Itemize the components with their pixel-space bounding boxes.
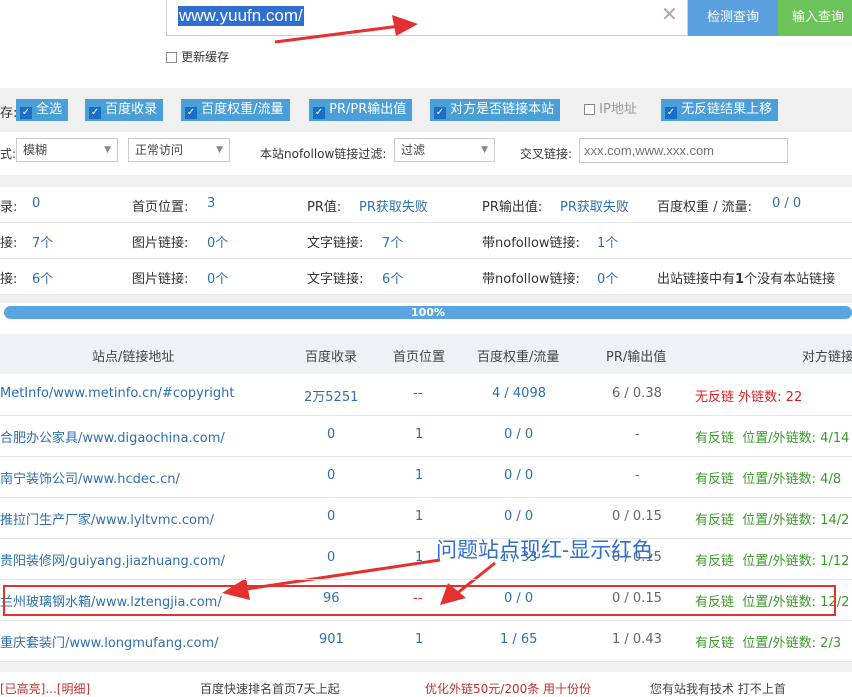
divider <box>0 175 852 187</box>
check-icon: ✓ <box>434 107 446 119</box>
chevron-down-icon: ▼ <box>216 145 223 155</box>
nofollow-filter-label: 本站nofollow链接过滤: <box>260 147 387 161</box>
cross-link-input[interactable] <box>579 138 788 163</box>
highlight-box <box>3 585 836 616</box>
check-icon: ✓ <box>89 107 101 119</box>
ip-checkbox[interactable] <box>584 104 595 115</box>
table-header: 站点/链接地址 百度收录 首页位置 百度权重/流量 PR/输出值 对方链接 <box>0 334 852 374</box>
status-badge: 有反链 位置/外链数: 1/12 <box>695 554 850 569</box>
footer-link[interactable]: 您有站我有技术 打不上首 <box>650 680 786 697</box>
footer-link[interactable]: 优化外链50元/200条 用十份份 <box>425 680 591 697</box>
divider <box>0 295 852 303</box>
status-badge: 无反链 外链数: 22 <box>695 390 803 405</box>
col-pr: PR/输出值 <box>606 350 667 365</box>
refresh-cache-checkbox[interactable] <box>166 52 177 63</box>
stats-row-2: 接: 7个 图片链接: 0个 文字链接: 7个 带nofollow链接: 1个 <box>0 223 852 259</box>
nofollow-filter-select[interactable]: 过滤 ▼ <box>394 138 495 162</box>
table-row: 贵阳装修网/guiyang.jiazhuang.com/ 0 1 1 / 33 … <box>0 538 852 580</box>
arrow-to-url-icon <box>274 15 418 44</box>
col-baidu-index: 百度收录 <box>305 350 358 365</box>
stats-row-3: 接: 6个 图片链接: 0个 文字链接: 6个 带nofollow链接: 0个 … <box>0 259 852 295</box>
col-backlink: 对方链接 <box>802 350 852 365</box>
status-badge: 有反链 位置/外链数: 2/3 <box>695 636 842 651</box>
check-icon: ✓ <box>20 107 32 119</box>
chevron-down-icon: ▼ <box>481 145 488 155</box>
divider <box>0 662 852 672</box>
col-site: 站点/链接地址 <box>92 350 175 365</box>
table-row: 南宁装饰公司/www.hcdec.cn/ 0 1 0 / 0 - 有反链 位置/… <box>0 456 852 498</box>
chevron-down-icon: ▼ <box>104 145 111 155</box>
site-link[interactable]: 南宁装饰公司/www.hcdec.cn/ <box>0 468 180 487</box>
site-link[interactable]: 贵阳装修网/guiyang.jiazhuang.com/ <box>0 550 225 569</box>
table-row: 合肥办公家具/www.digaochina.com/ 0 1 0 / 0 - 有… <box>0 415 852 457</box>
cross-link-label: 交叉链接: <box>520 147 573 161</box>
match-mode-select[interactable]: 模糊 ▼ <box>16 138 118 162</box>
option-baidu-weight[interactable]: ✓ 百度权重/流量 <box>181 99 290 121</box>
option-no-backlink-top[interactable]: ✓ 无反链结果上移 <box>661 99 779 121</box>
option-ip[interactable]: IP地址 <box>580 99 641 121</box>
site-link[interactable]: 重庆套装门/www.longmufang.com/ <box>0 632 219 651</box>
footer-link[interactable]: [已高亮]...[明细] <box>0 680 90 697</box>
check-icon: ✓ <box>185 107 197 119</box>
outbound-note: 出站链接中有1个没有本站链接 <box>657 272 836 287</box>
progress-bar: 100% <box>4 306 852 319</box>
table-row: 重庆套装门/www.longmufang.com/ 901 1 1 / 65 1… <box>0 620 852 662</box>
status-badge: 有反链 位置/外链数: 4/14 <box>695 431 850 446</box>
site-link[interactable]: 推拉门生产厂家/www.lyltvmc.com/ <box>0 509 214 528</box>
table-row: 推拉门生产厂家/www.lyltvmc.com/ 0 1 0 / 0 0 / 0… <box>0 497 852 539</box>
table-row: MetInfo/www.metinfo.cn/#copyright 2万5251… <box>0 374 852 416</box>
option-select-all[interactable]: ✓ 全选 <box>16 99 69 121</box>
refresh-cache-label: 更新缓存 <box>181 50 230 64</box>
footer-link[interactable]: 百度快速排名首页7天上起 <box>200 680 340 697</box>
stats-row-1: 录: 0 首页位置: 3 PR值: PR获取失败 PR输出值: PR获取失败 百… <box>0 187 852 223</box>
options-prefix: 存: <box>0 106 18 121</box>
site-link[interactable]: 合肥办公家具/www.digaochina.com/ <box>0 427 225 446</box>
check-icon: ✓ <box>313 107 325 119</box>
check-icon: ✓ <box>665 107 677 119</box>
option-pr[interactable]: ✓ PR/PR输出值 <box>309 99 413 121</box>
status-badge: 有反链 位置/外链数: 4/8 <box>695 472 842 487</box>
status-badge: 有反链 位置/外链数: 14/2 <box>695 513 850 528</box>
option-backlink[interactable]: ✓ 对方是否链接本站 <box>430 99 561 121</box>
col-baidu-weight: 百度权重/流量 <box>477 350 560 365</box>
refresh-cache-option[interactable]: 更新缓存 <box>166 48 229 65</box>
col-home-position: 首页位置 <box>393 350 446 365</box>
site-link[interactable]: MetInfo/www.metinfo.cn/#copyright <box>0 386 234 401</box>
access-mode-select[interactable]: 正常访问 ▼ <box>128 138 230 162</box>
annotation-text: 问题站点现红-显示红色 <box>436 538 654 562</box>
filters-prefix: 式: <box>0 147 17 161</box>
option-baidu-index[interactable]: ✓ 百度收录 <box>85 99 164 121</box>
